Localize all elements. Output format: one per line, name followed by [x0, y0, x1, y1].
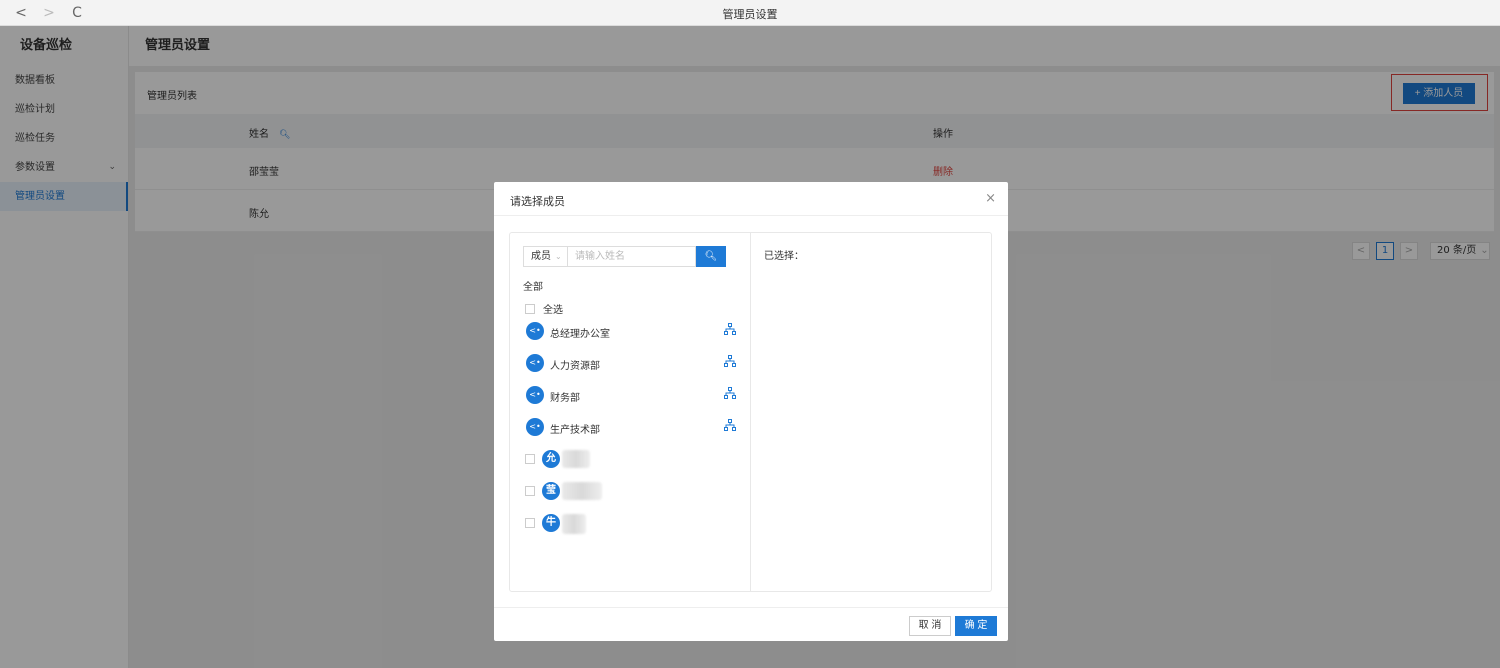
close-icon[interactable]: × — [985, 191, 996, 206]
department-item[interactable]: <• 人力资源部 — [526, 354, 736, 372]
search-button[interactable]: 🔍︎ — [696, 246, 726, 267]
select-all-label: 全选 — [543, 305, 563, 316]
modal-header: 请选择成员 × — [494, 182, 1008, 216]
search-icon: 🔍︎ — [704, 251, 718, 262]
department-name: 总经理办公室 — [550, 329, 610, 340]
modal-footer: 取 消 确 定 — [494, 607, 1008, 641]
avatar: 莹 — [542, 482, 560, 500]
member-item[interactable]: 莹 — [525, 482, 735, 500]
checkbox[interactable] — [525, 518, 535, 528]
modal-body: 成员 ⌄ 🔍︎ 全部 全选 <• 总经理办公室 <• 人力资源部 <• 财务部 — [509, 232, 992, 592]
selected-label: 已选择： — [764, 251, 804, 262]
share-icon: <• — [526, 418, 544, 436]
org-tree-icon[interactable] — [724, 419, 736, 431]
share-icon: <• — [526, 354, 544, 372]
chevron-down-icon: ⌄ — [555, 252, 562, 261]
search-input[interactable] — [568, 246, 696, 267]
search-type-value: 成员 — [531, 251, 551, 262]
checkbox[interactable] — [525, 454, 535, 464]
checkbox[interactable] — [525, 303, 535, 314]
redacted-name — [562, 482, 602, 500]
department-name: 人力资源部 — [550, 361, 600, 372]
org-tree-icon[interactable] — [724, 387, 736, 399]
search-type-select[interactable]: 成员 ⌄ — [523, 246, 568, 267]
redacted-name — [562, 514, 586, 534]
selected-panel: 已选择： — [751, 233, 991, 591]
avatar: 牛 — [542, 514, 560, 532]
member-picker: 成员 ⌄ 🔍︎ 全部 全选 <• 总经理办公室 <• 人力资源部 <• 财务部 — [510, 233, 751, 591]
avatar: 允 — [542, 450, 560, 468]
member-item[interactable]: 牛 — [525, 514, 735, 534]
share-icon: <• — [526, 386, 544, 404]
org-tree-icon[interactable] — [724, 355, 736, 367]
modal-title: 请选择成员 — [510, 195, 565, 208]
select-member-modal: 请选择成员 × 成员 ⌄ 🔍︎ 全部 全选 <• 总经理办公室 <• 人力资源部 — [494, 182, 1008, 641]
department-item[interactable]: <• 总经理办公室 — [526, 322, 736, 340]
department-item[interactable]: <• 财务部 — [526, 386, 736, 404]
redacted-name — [562, 450, 590, 468]
browser-toolbar: < > C 管理员设置 — [0, 0, 1500, 26]
browser-title: 管理员设置 — [722, 8, 778, 21]
share-icon: <• — [526, 322, 544, 340]
confirm-button[interactable]: 确 定 — [955, 616, 997, 636]
member-item[interactable]: 允 — [525, 450, 735, 468]
department-name: 生产技术部 — [550, 425, 600, 436]
select-all-checkbox[interactable]: 全选 — [525, 301, 563, 316]
department-name: 财务部 — [550, 393, 580, 404]
member-search: 成员 ⌄ 🔍︎ — [523, 246, 726, 267]
all-label: 全部 — [523, 282, 543, 293]
org-tree-icon[interactable] — [724, 323, 736, 335]
checkbox[interactable] — [525, 486, 535, 496]
cancel-button[interactable]: 取 消 — [909, 616, 951, 636]
department-item[interactable]: <• 生产技术部 — [526, 418, 736, 436]
